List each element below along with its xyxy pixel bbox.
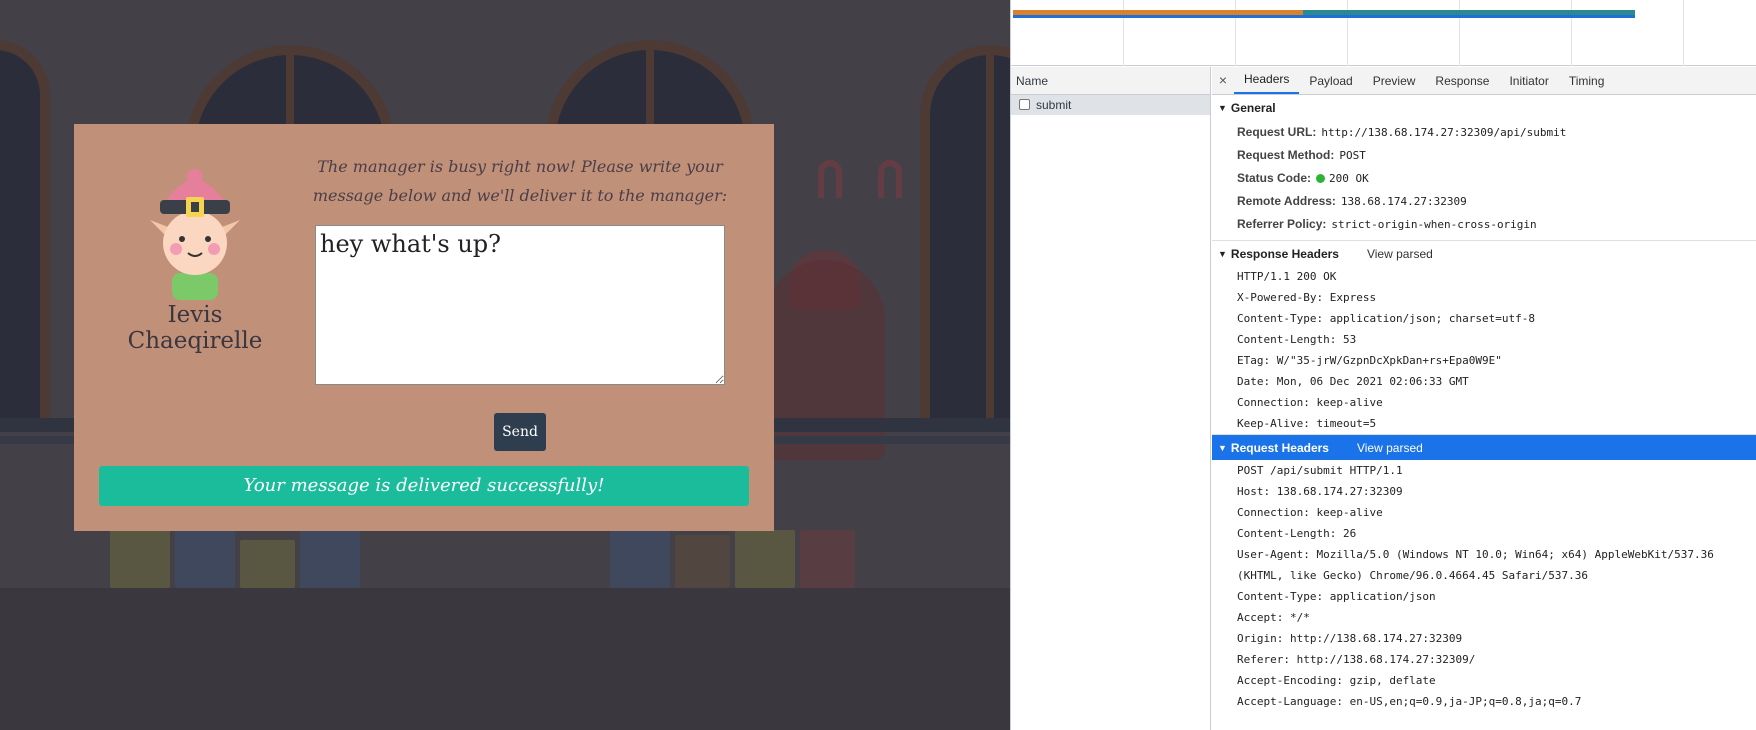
instruction-text: The manager is busy right now! Please wr… [312, 157, 728, 205]
gift-decoration [800, 530, 855, 588]
response-headers-section: HTTP/1.1 200 OK X-Powered-By: Express Co… [1212, 266, 1756, 434]
general-section-header[interactable]: ▼ General [1212, 95, 1756, 121]
header-row: Request Method: POST [1237, 148, 1366, 162]
request-details: × Headers Payload Preview Response Initi… [1212, 67, 1756, 730]
raw-header-line: Content-Type: application/json; charset=… [1237, 312, 1536, 325]
raw-header-line: HTTP/1.1 200 OK [1237, 270, 1337, 283]
request-name: submit [1036, 98, 1072, 112]
collapse-triangle-icon: ▼ [1218, 443, 1227, 453]
request-list: Name submit [1011, 67, 1211, 730]
raw-header-line: X-Powered-By: Express [1237, 291, 1377, 304]
tab-headers[interactable]: Headers [1234, 67, 1300, 94]
raw-header-line: Keep-Alive: timeout=5 [1237, 417, 1377, 430]
view-parsed-link[interactable]: View parsed [1357, 441, 1423, 455]
send-button[interactable]: Send [494, 413, 546, 451]
raw-header-line: Referer: http://138.68.174.27:32309/ [1237, 653, 1476, 666]
elf-name: Ievis Chaeqirelle [127, 302, 263, 354]
header-row: Status Code: 200 OK [1237, 171, 1369, 185]
gift-decoration [735, 530, 795, 588]
raw-header-line: Accept-Language: en-US,en;q=0.9,ja-JP;q=… [1237, 695, 1582, 708]
raw-header-line: Origin: http://138.68.174.27:32309 [1237, 632, 1463, 645]
tab-initiator[interactable]: Initiator [1499, 68, 1558, 94]
raw-header-line: Connection: keep-alive [1237, 506, 1383, 519]
raw-header-line: ETag: W/"35-jrW/GzpnDcXpkDan+rs+Epa0W9E" [1237, 354, 1502, 367]
timeline-download-bar [1013, 15, 1635, 18]
candy-cane-decoration [878, 160, 902, 198]
timeline-gridline [1683, 0, 1684, 66]
header-row: Remote Address: 138.68.174.27:32309 [1237, 194, 1467, 208]
raw-header-line: Accept: */* [1237, 611, 1310, 624]
details-tab-bar: × Headers Payload Preview Response Initi… [1212, 67, 1756, 95]
header-row: Request URL: http://138.68.174.27:32309/a… [1237, 125, 1567, 139]
tab-preview[interactable]: Preview [1363, 68, 1426, 94]
request-headers-section-header[interactable]: ▼ Request Headers View parsed [1212, 434, 1756, 460]
header-row: Referrer Policy: strict-origin-when-cross… [1237, 217, 1537, 231]
raw-header-line: Content-Length: 53 [1237, 333, 1357, 346]
gift-decoration [175, 530, 235, 588]
close-icon[interactable]: × [1212, 67, 1234, 94]
success-banner: Your message is delivered successfully! [99, 466, 749, 506]
tab-response[interactable]: Response [1425, 68, 1499, 94]
raw-header-line: Date: Mon, 06 Dec 2021 02:06:33 GMT [1237, 375, 1469, 388]
raw-header-line: Host: 138.68.174.27:32309 [1237, 485, 1403, 498]
collapse-triangle-icon: ▼ [1218, 103, 1227, 113]
gift-decoration [300, 530, 360, 588]
candy-cane-decoration [818, 160, 842, 198]
network-timeline[interactable] [1011, 0, 1756, 66]
raw-header-line: Accept-Encoding: gzip, deflate [1237, 674, 1436, 687]
background-window [920, 45, 1010, 425]
message-textarea[interactable]: hey what's up? [315, 225, 725, 385]
tab-payload[interactable]: Payload [1299, 68, 1362, 94]
collapse-triangle-icon: ▼ [1218, 249, 1227, 259]
devtools-panel: Name submit × Headers Payload Preview Re… [1010, 0, 1756, 730]
background-window [0, 40, 50, 420]
view-parsed-link[interactable]: View parsed [1367, 247, 1433, 261]
background-floor [0, 588, 1010, 730]
raw-header-line: Content-Type: application/json [1237, 590, 1436, 603]
web-page: Ievis Chaeqirelle The manager is busy ri… [0, 0, 1010, 730]
request-headers-section: POST /api/submit HTTP/1.1 Host: 138.68.1… [1212, 460, 1756, 712]
request-row-submit[interactable]: submit [1011, 95, 1210, 115]
tab-timing[interactable]: Timing [1559, 68, 1615, 94]
raw-header-line: POST /api/submit HTTP/1.1 [1237, 464, 1403, 477]
status-ok-icon [1316, 174, 1326, 183]
raw-header-line: Content-Length: 26 [1237, 527, 1357, 540]
elf-avatar-icon [150, 169, 240, 300]
gift-decoration [610, 530, 670, 588]
raw-header-line: User-Agent: Mozilla/5.0 (Windows NT 10.0… [1237, 548, 1714, 582]
document-icon [1019, 99, 1030, 110]
response-headers-section-header[interactable]: ▼ Response Headers View parsed [1212, 240, 1756, 266]
gift-decoration [110, 530, 170, 588]
raw-header-line: Connection: keep-alive [1237, 396, 1383, 409]
gift-decoration [675, 535, 730, 588]
general-section: Request URL: http://138.68.174.27:32309/a… [1212, 121, 1756, 240]
name-column-header[interactable]: Name [1011, 67, 1210, 95]
gift-decoration [240, 540, 295, 588]
